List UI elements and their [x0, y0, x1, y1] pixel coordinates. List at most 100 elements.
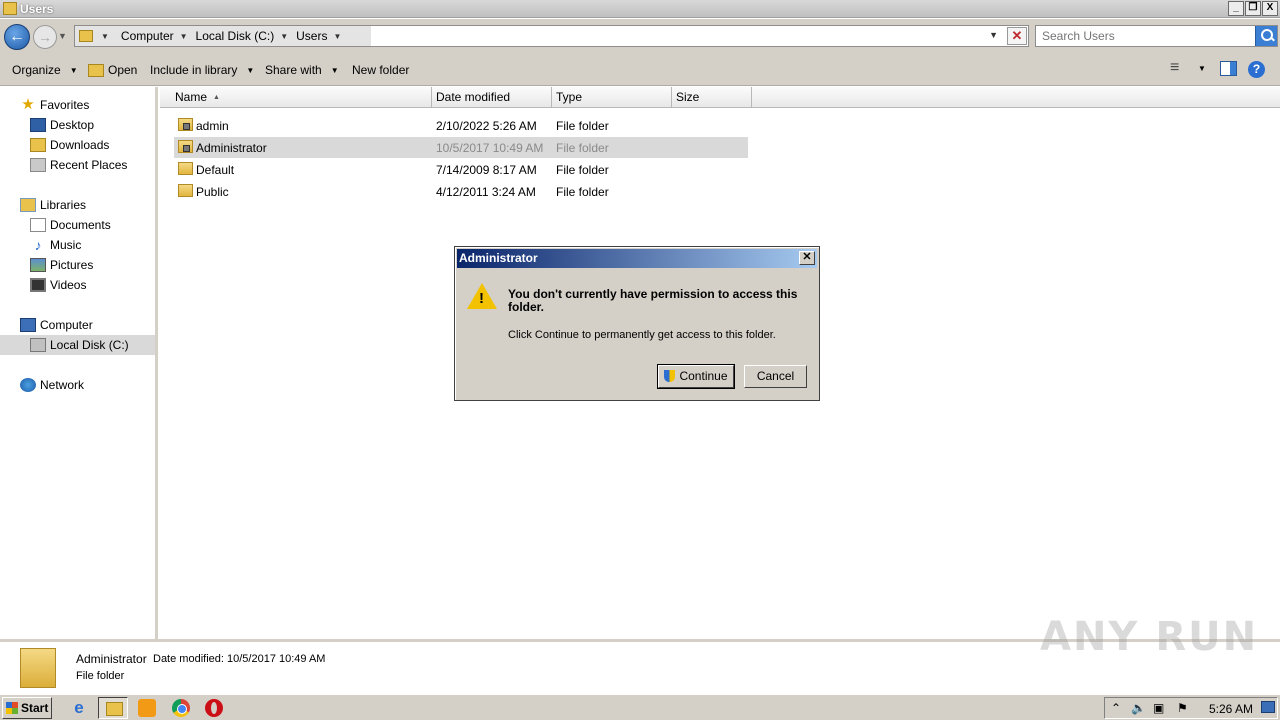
folder-icon [178, 184, 193, 197]
nav-libraries[interactable]: Libraries [20, 195, 175, 215]
dialog-close-button[interactable]: ✕ [799, 251, 815, 265]
search-icon[interactable] [1255, 26, 1277, 46]
videos-icon [30, 278, 46, 292]
column-header-name[interactable]: Name ▲ [160, 87, 432, 108]
forward-button[interactable]: → [33, 25, 57, 49]
nav-favorites[interactable]: ★ Favorites [20, 95, 175, 115]
file-name: Public [196, 185, 229, 199]
preview-pane-icon[interactable] [1220, 61, 1237, 76]
window-title: Users [20, 2, 54, 16]
share-with-button[interactable]: Share with ▼ [265, 63, 339, 77]
details-date-label: Date modified: [153, 653, 224, 665]
disk-drive-icon [30, 338, 46, 352]
back-button[interactable]: ← [4, 24, 30, 50]
sort-ascending-icon: ▲ [213, 94, 220, 102]
organize-button[interactable]: Organize ▼ [12, 63, 78, 77]
clock[interactable]: 5:26 AM [1209, 702, 1253, 716]
continue-button[interactable]: Continue [657, 364, 735, 389]
recent-pages-dropdown[interactable]: ▼ [58, 31, 67, 41]
refresh-button[interactable]: ✕ [1007, 27, 1027, 45]
address-bar[interactable]: ▼ Computer ▼ Local Disk (C:) ▼ Users ▼ ▼ ✕ [74, 25, 1029, 47]
open-folder-icon [88, 63, 104, 77]
include-in-library-button[interactable]: Include in library ▼ [150, 63, 254, 77]
table-row[interactable]: admin 2/10/2022 5:26 AM File folder [174, 115, 748, 136]
title-bar: Users _ ❐ X [0, 0, 1280, 18]
desktop-icon [30, 118, 46, 132]
breadcrumb: ▼ Computer ▼ Local Disk (C:) ▼ Users ▼ [75, 26, 371, 46]
dialog-message: You don't currently have permission to a… [508, 287, 798, 314]
file-date: 2/10/2022 5:26 AM [436, 119, 537, 133]
warning-icon [467, 283, 497, 309]
network-icon [20, 378, 36, 392]
search-box [1035, 25, 1278, 47]
pictures-icon [30, 258, 46, 272]
window-controls: _ ❐ X [1228, 1, 1278, 16]
uac-shield-icon [664, 370, 676, 382]
nav-documents[interactable]: Documents [30, 215, 155, 235]
view-options-icon[interactable] [1170, 61, 1186, 79]
show-desktop-icon[interactable] [1261, 701, 1275, 713]
volume-icon[interactable]: 🔈 [1131, 701, 1146, 715]
column-header-type[interactable]: Type [552, 87, 672, 108]
media-player-icon[interactable] [138, 699, 156, 717]
nav-network[interactable]: Network [20, 375, 175, 395]
chevron-down-icon: ▼ [246, 65, 255, 75]
address-row: ← → ▼ ▼ Computer ▼ Local Disk (C:) ▼ Users… [0, 19, 1280, 53]
table-row[interactable]: Public 4/12/2011 3:24 AM File folder [174, 181, 748, 202]
breadcrumb-users[interactable]: Users ▼ [296, 29, 341, 43]
network-tray-icon[interactable]: ▣ [1153, 701, 1164, 715]
table-row[interactable]: Administrator 10/5/2017 10:49 AM File fo… [174, 137, 748, 158]
file-type: File folder [556, 185, 609, 199]
breadcrumb-local-disk[interactable]: Local Disk (C:) ▼ [196, 29, 289, 43]
new-folder-button[interactable]: New folder [352, 63, 409, 77]
nav-downloads[interactable]: Downloads [30, 135, 155, 155]
column-header-date-modified[interactable]: Date modified [432, 87, 552, 108]
close-button[interactable]: X [1262, 1, 1278, 16]
opera-icon[interactable] [205, 699, 223, 717]
computer-icon [20, 318, 36, 332]
search-input[interactable] [1036, 26, 1246, 46]
nav-pictures[interactable]: Pictures [30, 255, 155, 275]
dialog-title: Administrator [459, 251, 538, 265]
nav-videos[interactable]: Videos [30, 275, 155, 295]
permission-dialog: Administrator ✕ You don't currently have… [454, 246, 820, 401]
nav-local-disk[interactable]: Local Disk (C:) [0, 335, 155, 355]
chevron-down-icon[interactable]: ▼ [1198, 64, 1206, 82]
taskbar: Start e ⌃ 🔈 ▣ ⚑ 5:26 AM [0, 694, 1280, 720]
tray-expand-icon[interactable]: ⌃ [1111, 701, 1121, 715]
music-icon: ♪ [34, 237, 42, 253]
minimize-button[interactable]: _ [1228, 1, 1244, 16]
table-row[interactable]: Default 7/14/2009 8:17 AM File folder [174, 159, 748, 180]
file-date: 10/5/2017 10:49 AM [436, 141, 544, 155]
chevron-down-icon: ▼ [69, 65, 78, 75]
open-button[interactable]: Open [88, 63, 137, 77]
nav-recent-places[interactable]: Recent Places [30, 155, 155, 175]
star-icon: ★ [21, 96, 35, 113]
file-type: File folder [556, 163, 609, 177]
file-date: 7/14/2009 8:17 AM [436, 163, 537, 177]
explorer-taskbar-icon[interactable] [98, 697, 128, 719]
column-header-size[interactable]: Size [672, 87, 752, 108]
chrome-icon[interactable] [172, 699, 190, 717]
folder-icon [3, 2, 17, 15]
help-icon[interactable]: ? [1248, 61, 1265, 78]
folder-icon [178, 162, 193, 175]
folder-icon [20, 648, 56, 688]
nav-desktop[interactable]: Desktop [30, 115, 155, 135]
internet-explorer-icon[interactable]: e [70, 699, 88, 717]
folder-icon [79, 30, 93, 42]
chevron-down-icon: ▼ [330, 65, 339, 75]
system-tray: ⌃ 🔈 ▣ ⚑ 5:26 AM [1104, 697, 1278, 719]
action-center-flag-icon[interactable]: ⚑ [1177, 701, 1188, 715]
address-dropdown[interactable]: ▼ [989, 30, 998, 40]
cancel-button[interactable]: Cancel [744, 365, 807, 388]
nav-computer[interactable]: Computer [20, 315, 175, 335]
breadcrumb-computer[interactable]: Computer ▼ [121, 29, 188, 43]
breadcrumb-root-arrow[interactable]: ▼ [101, 32, 113, 41]
start-button[interactable]: Start [2, 697, 52, 719]
column-header-filler [752, 87, 1280, 108]
libraries-icon [20, 198, 36, 212]
nav-music[interactable]: ♪ Music [30, 235, 155, 255]
watermark: ANY RUN [1040, 614, 1259, 660]
maximize-button[interactable]: ❐ [1245, 1, 1261, 16]
